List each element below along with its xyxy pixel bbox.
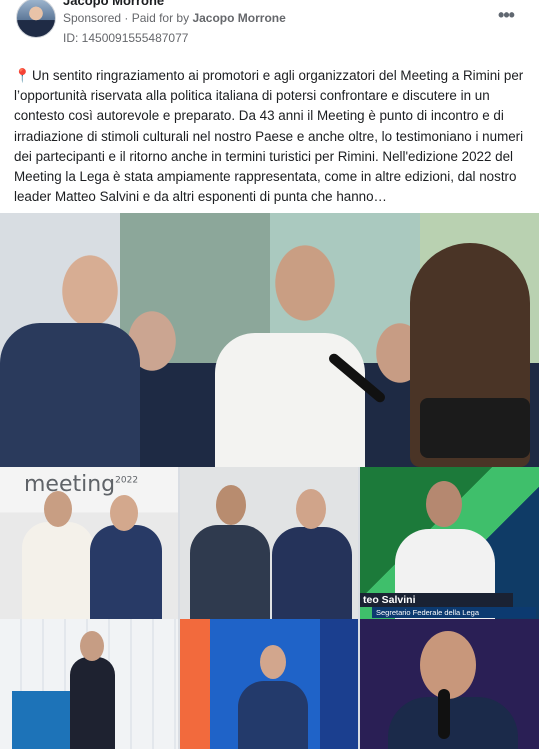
round-pushpin-icon: 📍 [14,68,31,83]
main-photo[interactable] [0,213,539,467]
post-text-content: Un sentito ringraziamento ai promotori e… [14,68,524,205]
person-head [296,489,326,529]
person-figure [0,323,140,467]
more-horizontal-icon[interactable]: ••• [493,6,519,26]
collage-photo-2[interactable] [180,467,358,619]
person-figure [190,525,270,619]
separator-dot: · [124,11,129,25]
person-figure [215,333,365,467]
collage-photo-5[interactable] [180,619,358,749]
post-image-collage[interactable]: meeting2022 teo Salvini Segretario Feder… [0,213,539,749]
person-head [426,481,462,527]
camera-icon [420,398,530,458]
author-name[interactable]: Jacopo Morrone [63,0,164,8]
lower-third-name: teo Salvini [360,593,513,607]
person-figure [70,657,115,749]
sponsored-line: Sponsored · Paid for by Jacopo Morrone [63,11,286,25]
person-head [420,631,476,699]
person-figure [238,681,308,749]
collage-photo-1[interactable]: meeting2022 [0,467,178,619]
lower-third-role: Segretario Federale della Lega [372,607,536,618]
sponsored-label: Sponsored [63,11,122,25]
person-figure [90,525,162,619]
person-figure [388,697,518,749]
meeting-logo: meeting2022 [24,472,138,497]
person-head [80,631,104,661]
author-avatar[interactable] [16,0,56,38]
post-text: 📍Un sentito ringraziamento ai promotori … [14,66,529,207]
person-head [260,645,286,679]
podium [12,691,70,749]
collage-photo-4[interactable] [0,619,178,749]
microphone-icon [438,689,450,739]
ad-id: ID: 1450091555487077 [63,31,189,45]
collage-photo-3[interactable]: teo Salvini Segretario Federale della Le… [360,467,539,619]
person-figure [22,522,94,619]
collage-photo-6[interactable] [360,619,539,749]
paid-for-by: Jacopo Morrone [192,11,286,25]
post-header: Jacopo Morrone Sponsored · Paid for by J… [0,0,539,58]
meeting-logo-year: 2022 [115,475,139,486]
meeting-logo-text: meeting [24,472,116,497]
person-head [110,495,138,531]
person-head [216,485,246,525]
tv-lower-third: teo Salvini Segretario Federale della Le… [360,593,539,619]
paid-for-prefix: Paid for by [131,11,190,25]
person-head [44,491,72,527]
person-figure [272,527,352,619]
